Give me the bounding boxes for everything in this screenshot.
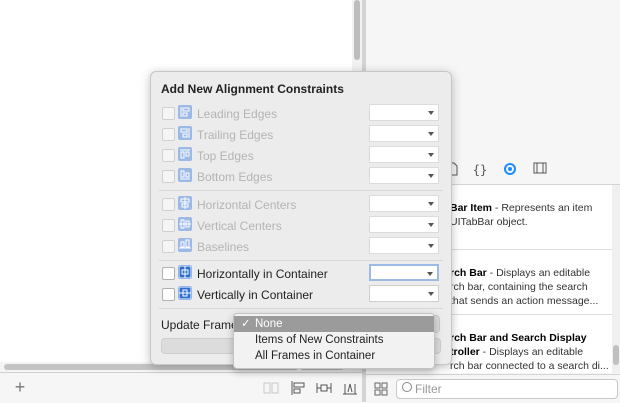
align-icon[interactable] — [290, 380, 306, 396]
search-icon — [402, 382, 412, 392]
chevron-down-icon — [428, 174, 434, 178]
menu-item-label: Items of New Constraints — [255, 334, 384, 346]
trailing-edges-checkbox[interactable] — [162, 128, 175, 141]
scroll-thumb[interactable] — [354, 0, 360, 60]
constant-combo[interactable] — [369, 125, 439, 142]
baselines-icon — [178, 238, 192, 252]
constant-combo[interactable] — [369, 285, 439, 302]
item-desc: rch bar, containing the search — [450, 281, 588, 293]
vertical-centers-icon — [178, 217, 192, 231]
constraint-label: Bottom Edges — [197, 170, 273, 184]
constraint-row-horizontally-in-container: Horizontally in Container — [151, 263, 451, 284]
update-frames-menu: ✓ None Items of New Constraints All Fram… — [233, 313, 435, 369]
constant-combo[interactable] — [369, 167, 439, 184]
constraint-label: Horizontal Centers — [197, 198, 297, 212]
item-desc: that sends an action message... — [450, 295, 599, 307]
horizontally-in-container-checkbox[interactable] — [162, 267, 175, 280]
top-edges-icon — [178, 147, 192, 161]
constraint-row-bottom-edges: Bottom Edges — [151, 166, 451, 187]
list-item-text: Bar Item - Represents an item UITabBar o… — [450, 201, 610, 229]
pin-icon[interactable] — [316, 380, 332, 396]
object-library-icon[interactable] — [502, 162, 518, 178]
bottom-edges-icon — [178, 168, 192, 182]
item-title-continued: troller — [450, 346, 480, 358]
chevron-down-icon — [428, 202, 434, 206]
constraint-label: Horizontally in Container — [197, 267, 328, 281]
constraint-label: Vertical Centers — [197, 219, 282, 233]
bottom-edges-checkbox[interactable] — [162, 170, 175, 183]
constraint-row-top-edges: Top Edges — [151, 145, 451, 166]
separator — [159, 308, 443, 309]
filter-input[interactable] — [415, 381, 611, 396]
constant-combo[interactable] — [369, 104, 439, 121]
horizontal-centers-icon — [178, 196, 192, 210]
chevron-down-icon — [428, 111, 434, 115]
constant-combo[interactable] — [369, 195, 439, 212]
list-item-text: rch Bar and Search Display troller - Dis… — [450, 331, 610, 373]
chevron-down-icon — [428, 223, 434, 227]
library-footer — [366, 374, 620, 403]
constant-combo[interactable] — [369, 146, 439, 163]
checkmark-icon: ✓ — [241, 318, 251, 330]
horizontally-in-container-icon — [178, 265, 192, 279]
resolve-issues-icon[interactable] — [342, 380, 358, 396]
leading-edges-checkbox[interactable] — [162, 107, 175, 120]
trailing-edges-icon — [178, 126, 192, 140]
constant-combo[interactable] — [369, 237, 439, 254]
vertically-in-container-checkbox[interactable] — [162, 288, 175, 301]
menu-item-items-of-new-constraints[interactable]: Items of New Constraints — [234, 332, 434, 348]
separator — [159, 260, 443, 261]
horizontal-centers-checkbox[interactable] — [162, 198, 175, 211]
baselines-checkbox[interactable] — [162, 240, 175, 253]
constraint-label: Trailing Edges — [197, 128, 274, 142]
constraint-label: Leading Edges — [197, 107, 278, 121]
item-desc: - Displays an editable — [486, 267, 591, 279]
filter-field[interactable] — [396, 379, 618, 399]
menu-item-all-frames-in-container[interactable]: All Frames in Container — [234, 348, 434, 364]
constant-combo[interactable] — [369, 264, 439, 281]
constraint-row-trailing-edges: Trailing Edges — [151, 124, 451, 145]
item-desc: - Represents an item — [492, 202, 593, 214]
constraint-label: Vertically in Container — [197, 288, 314, 302]
menu-item-label: None — [255, 318, 283, 330]
popover-title: Add New Alignment Constraints — [161, 82, 344, 96]
item-title: Bar Item — [450, 202, 493, 214]
constraint-label: Baselines — [197, 240, 250, 254]
constant-combo[interactable] — [369, 216, 439, 233]
constraint-row-horizontal-centers: Horizontal Centers — [151, 194, 451, 215]
vertically-in-container-icon — [178, 286, 192, 300]
constraint-row-leading-edges: Leading Edges — [151, 103, 451, 124]
chevron-down-icon — [428, 153, 434, 157]
list-item-text: rch Bar - Displays an editable rch bar, … — [450, 266, 610, 308]
code-snippet-library-icon[interactable]: {} — [472, 162, 488, 178]
chevron-down-icon — [428, 292, 434, 296]
separator — [159, 190, 443, 191]
constraint-row-vertical-centers: Vertical Centers — [151, 215, 451, 236]
grid-view-toggle-icon[interactable] — [374, 382, 388, 396]
vertical-centers-checkbox[interactable] — [162, 219, 175, 232]
leading-edges-icon — [178, 105, 192, 119]
top-edges-checkbox[interactable] — [162, 149, 175, 162]
canvas-bottom-toolbar: + — [0, 372, 362, 403]
embed-in-stack-icon[interactable] — [263, 380, 279, 396]
media-library-icon[interactable] — [532, 162, 548, 178]
chevron-down-icon — [427, 272, 433, 276]
item-title: rch Bar and Search Display — [450, 332, 587, 344]
constraint-row-baselines: Baselines — [151, 236, 451, 257]
add-icon[interactable]: + — [12, 378, 28, 396]
item-title: rch Bar — [450, 267, 487, 279]
item-desc: UITabBar object. — [450, 216, 528, 228]
update-frames-label: Update Frames — [161, 318, 244, 332]
constraint-row-vertically-in-container: Vertically in Container — [151, 284, 451, 305]
constraint-label: Top Edges — [197, 149, 254, 163]
chevron-down-icon — [428, 132, 434, 136]
menu-item-none[interactable]: ✓ None — [234, 316, 434, 332]
chevron-down-icon — [428, 244, 434, 248]
item-desc: rch bar connected to a search di... — [450, 360, 609, 372]
item-desc: - Displays an editable — [479, 346, 584, 358]
scroll-thumb[interactable] — [613, 345, 619, 365]
library-scrollbar[interactable] — [612, 185, 620, 373]
menu-item-label: All Frames in Container — [255, 350, 376, 362]
